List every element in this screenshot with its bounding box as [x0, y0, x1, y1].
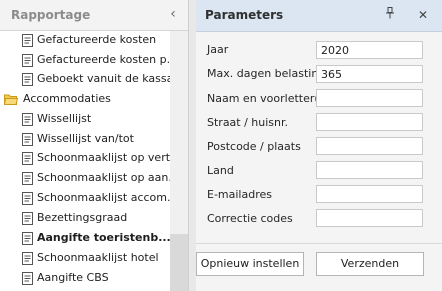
- tree-item-label: Bezettingsgraad: [37, 211, 128, 224]
- reports-panel-header: Rapportage ‹: [0, 0, 188, 31]
- correctie-codes-input[interactable]: [316, 209, 423, 227]
- chevron-left-icon[interactable]: ‹: [166, 6, 180, 22]
- reports-panel: Rapportage ‹ Gefactureerde kosten Gefact…: [0, 0, 188, 291]
- tree-item-schoonmaaklijst-hotel[interactable]: Schoonmaaklijst hotel: [0, 249, 170, 267]
- naam-input[interactable]: [316, 89, 423, 107]
- report-document-icon: [22, 133, 33, 146]
- tree-item-schoonmaaklijst-aankomst[interactable]: Schoonmaaklijst op aan...: [0, 169, 170, 187]
- tree-item-bezettingsgraad[interactable]: Bezettingsgraad: [0, 209, 170, 227]
- tree-item-schoonmaaklijst-accommodatie[interactable]: Schoonmaaklijst accom...: [0, 189, 170, 207]
- tree-item-wissellijst-van-tot[interactable]: Wissellijst van/tot: [0, 130, 170, 148]
- field-label-email: E-mailadres: [207, 188, 272, 201]
- folder-open-icon: [4, 94, 18, 105]
- tree-folder-accommodaties[interactable]: Accommodaties: [0, 90, 170, 108]
- tree-item-label: Schoonmaaklijst op aan...: [37, 171, 170, 184]
- tree-item-aangifte-cbs[interactable]: Aangifte CBS: [0, 269, 170, 287]
- report-document-icon: [22, 252, 33, 265]
- parameters-panel: Parameters ✕ Jaar Max. dagen belasting N…: [196, 0, 442, 291]
- report-document-icon: [22, 34, 33, 47]
- tree-item-label: Schoonmaaklijst op vert...: [37, 151, 170, 164]
- tree-scrollbar-thumb[interactable]: [170, 234, 188, 291]
- tree-item-label: Gefactureerde kosten p...: [37, 53, 170, 66]
- field-label-naam: Naam en voorletter(s): [207, 92, 329, 105]
- field-label-straat: Straat / huisnr.: [207, 116, 289, 129]
- email-input[interactable]: [316, 185, 423, 203]
- pin-icon[interactable]: [382, 7, 398, 23]
- postcode-input[interactable]: [316, 137, 423, 155]
- max-dagen-belasting-input[interactable]: [316, 65, 423, 83]
- tree-item-aangifte-toeristenbelasting[interactable]: Aangifte toeristenb...: [0, 229, 170, 247]
- reports-panel-title: Rapportage: [11, 8, 91, 22]
- tree-item-gefactureerde-kosten[interactable]: Gefactureerde kosten: [0, 31, 170, 49]
- send-button[interactable]: Verzenden: [316, 252, 424, 276]
- report-document-icon: [22, 152, 33, 165]
- field-label-correctie-codes: Correctie codes: [207, 212, 293, 225]
- field-label-max-dagen: Max. dagen belasting: [207, 67, 326, 80]
- report-document-icon: [22, 212, 33, 225]
- land-input[interactable]: [316, 161, 423, 179]
- tree-item-geboekt-vanuit-kassa[interactable]: Geboekt vanuit de kassa: [0, 70, 170, 88]
- tree-item-label: Wissellijst: [37, 112, 92, 125]
- report-document-icon: [22, 272, 33, 285]
- reset-button[interactable]: Opnieuw instellen: [196, 252, 304, 276]
- tree-item-label: Aangifte CBS: [37, 271, 109, 284]
- tree-item-label: Schoonmaaklijst accom...: [37, 191, 170, 204]
- field-label-land: Land: [207, 164, 234, 177]
- close-icon[interactable]: ✕: [415, 7, 431, 23]
- tree-item-label: Aangifte toeristenb...: [37, 231, 170, 244]
- parameters-panel-title: Parameters: [205, 8, 284, 22]
- field-label-postcode: Postcode / plaats: [207, 140, 301, 153]
- tree-item-label: Gefactureerde kosten: [37, 33, 157, 46]
- divider: [196, 243, 442, 244]
- field-label-jaar: Jaar: [207, 43, 229, 56]
- jaar-input[interactable]: [316, 41, 423, 59]
- tree-item-wissellijst[interactable]: Wissellijst: [0, 110, 170, 128]
- report-document-icon: [22, 172, 33, 185]
- tree-item-schoonmaaklijst-vertrek[interactable]: Schoonmaaklijst op vert...: [0, 149, 170, 167]
- tree-folder-label: Accommodaties: [23, 92, 111, 105]
- report-document-icon: [22, 192, 33, 205]
- parameters-panel-header: Parameters ✕: [196, 0, 442, 32]
- tree-item-gefactureerde-kosten-p[interactable]: Gefactureerde kosten p...: [0, 51, 170, 69]
- report-document-icon: [22, 113, 33, 126]
- tree-item-label: Wissellijst van/tot: [37, 132, 134, 145]
- tree-item-label: Geboekt vanuit de kassa: [37, 72, 170, 85]
- report-document-icon: [22, 232, 33, 245]
- report-tree: Gefactureerde kosten Gefactureerde koste…: [0, 31, 170, 291]
- tree-item-label: Schoonmaaklijst hotel: [37, 251, 159, 264]
- report-document-icon: [22, 73, 33, 86]
- report-document-icon: [22, 54, 33, 67]
- straat-input[interactable]: [316, 113, 423, 131]
